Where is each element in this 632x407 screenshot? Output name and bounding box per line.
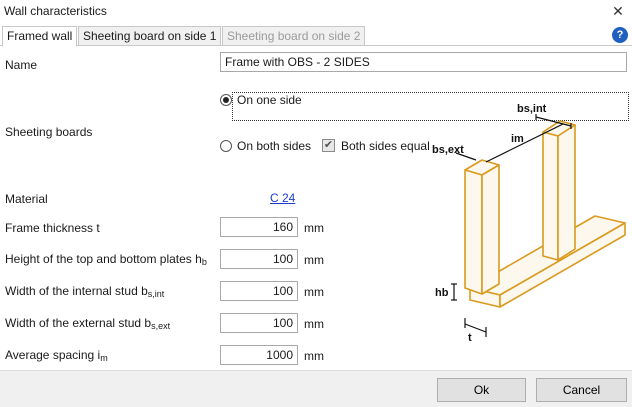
radio-one-side-label: On one side [237, 93, 302, 107]
label-bs-int: bs,int [517, 103, 547, 115]
internal-stud-label: Width of the internal stud bs,int [5, 284, 165, 299]
title-bar: Wall characteristics ✕ [0, 0, 632, 23]
name-label: Name [5, 58, 38, 72]
tab-sheeting-side-1[interactable]: Sheeting board on side 1 [78, 26, 222, 46]
both-sides-equal-checkbox: ✔ [322, 139, 335, 152]
spacing-unit: mm [304, 349, 324, 363]
tab-sheeting-side-2: Sheeting board on side 2 [222, 26, 366, 46]
material-label: Material [5, 192, 48, 206]
window-title: Wall characteristics [4, 4, 107, 18]
radio-one-side[interactable] [220, 94, 232, 106]
frame-thickness-unit: mm [304, 221, 324, 235]
plates-height-unit: mm [304, 253, 324, 267]
frame-diagram: bs,int bs,ext im hb t [432, 103, 626, 344]
tab-strip: Framed wall Sheeting board on side 1 She… [0, 26, 632, 47]
radio-both-sides[interactable] [220, 140, 232, 152]
label-bs-ext: bs,ext [432, 144, 464, 156]
spacing-field[interactable]: 1000 [220, 345, 298, 365]
spacing-label: Average spacing im [5, 348, 108, 363]
tab-framed-wall[interactable]: Framed wall [2, 26, 78, 47]
external-stud-field[interactable]: 100 [220, 313, 298, 333]
plates-height-label: Height of the top and bottom plates hb [5, 252, 207, 267]
label-im: im [511, 133, 524, 145]
dialog-footer: Ok Cancel [0, 370, 632, 407]
close-icon[interactable]: ✕ [604, 0, 632, 23]
internal-stud-unit: mm [304, 285, 324, 299]
external-stud-label: Width of the external stud bs,ext [5, 316, 171, 331]
name-field[interactable]: Frame with OBS - 2 SIDES [220, 52, 627, 72]
help-icon[interactable]: ? [612, 27, 628, 43]
internal-stud-field[interactable]: 100 [220, 281, 298, 301]
cancel-button[interactable]: Cancel [536, 378, 627, 402]
frame-thickness-field[interactable]: 160 [220, 217, 298, 237]
material-link[interactable]: C 24 [270, 191, 295, 205]
frame-thickness-label: Frame thickness t [5, 221, 100, 235]
sheeting-boards-label: Sheeting boards [5, 125, 93, 139]
label-hb: hb [435, 287, 449, 299]
radio-both-sides-label: On both sides [237, 139, 312, 153]
plates-height-field[interactable]: 100 [220, 249, 298, 269]
label-t: t [468, 332, 472, 344]
external-stud-unit: mm [304, 317, 324, 331]
both-sides-equal-label: Both sides equal [341, 139, 430, 153]
ok-button[interactable]: Ok [437, 378, 526, 402]
